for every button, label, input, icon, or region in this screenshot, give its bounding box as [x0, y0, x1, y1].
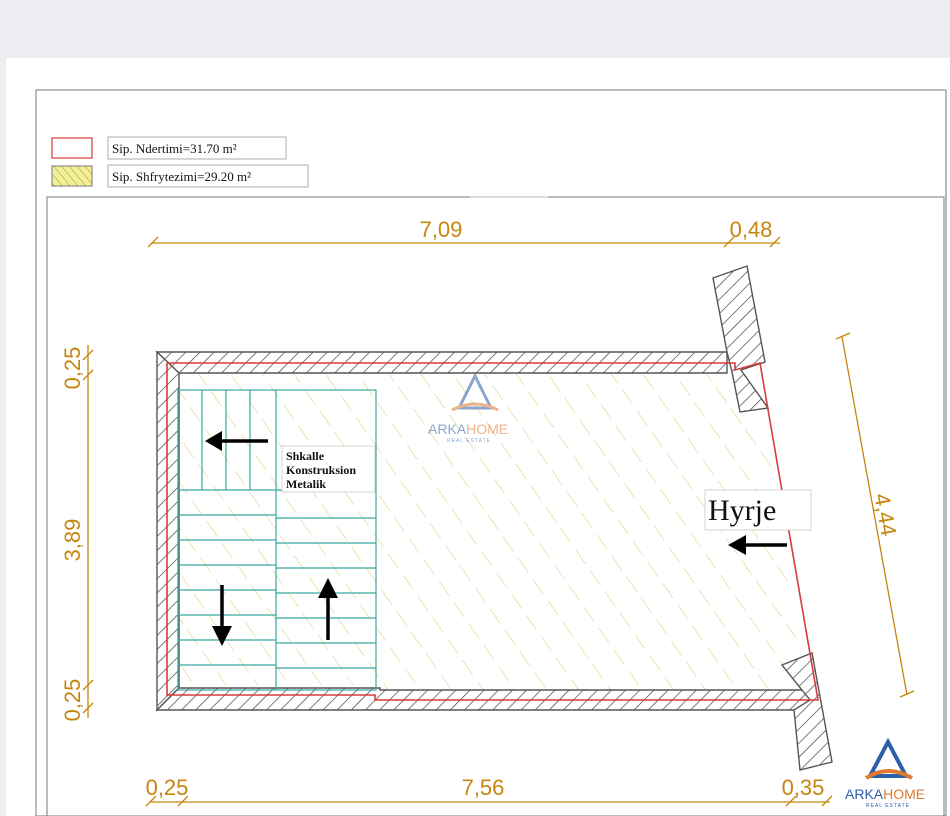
logo-brand-b: HOME — [466, 421, 508, 437]
stair-note-line-1: Shkalle — [286, 449, 325, 463]
logo-subtitle: REAL ESTATE — [866, 803, 910, 809]
dim-bottom-right: 0,35 — [782, 775, 825, 800]
dim-top-side: 0,48 — [730, 217, 773, 242]
legend-swatch-boundary — [51, 137, 93, 159]
legend-label-usable-area: Sip. Shfrytezimi=29.20 m² — [112, 169, 251, 184]
stair-note-line-2: Konstruksion — [286, 463, 356, 477]
floor-plan: Sip. Ndertimi=31.70 m² Sip. Shfrytezimi=… — [6, 58, 950, 816]
dim-bottom-main: 7,56 — [462, 775, 505, 800]
svg-text:ARKAHOME: ARKAHOME — [428, 421, 508, 437]
dim-left-top: 0,25 — [60, 347, 85, 390]
entrance-label: Hyrje — [708, 494, 776, 527]
dim-left-mid: 3,89 — [60, 519, 85, 562]
dim-bottom-left: 0,25 — [146, 775, 189, 800]
logo-brand-a: ARKA — [845, 786, 884, 802]
legend-swatch-usable — [51, 165, 93, 187]
logo-brand-a: ARKA — [428, 421, 467, 437]
svg-text:ARKAHOME: ARKAHOME — [845, 786, 925, 802]
dim-top-main: 7,09 — [420, 217, 463, 242]
stair-note-line-3: Metalik — [286, 477, 326, 491]
legend-label-building-area: Sip. Ndertimi=31.70 m² — [112, 141, 237, 156]
logo-brand-b: HOME — [883, 786, 925, 802]
dim-left-bottom: 0,25 — [60, 679, 85, 722]
logo-subtitle: REAL ESTATE — [447, 438, 491, 444]
stair-note: Shkalle Konstruksion Metalik — [281, 445, 376, 493]
